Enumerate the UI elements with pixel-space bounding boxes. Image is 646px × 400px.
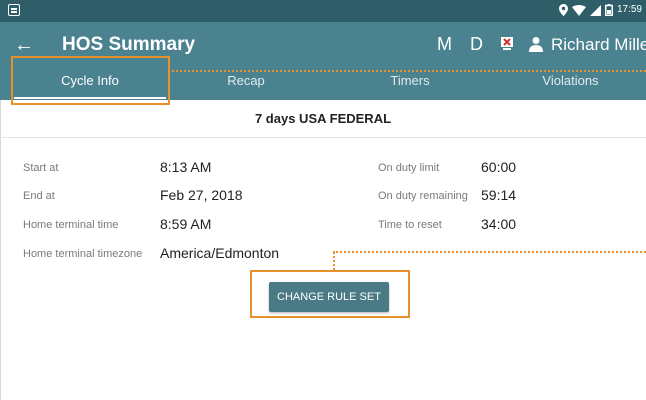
time-to-reset-value: 34:00 <box>481 216 517 232</box>
start-at-value: 8:13 AM <box>160 159 212 175</box>
violation-flag-icon[interactable] <box>500 36 514 52</box>
divider <box>0 100 1 400</box>
screenshot-icon <box>8 4 20 16</box>
callout-dotted-line <box>333 251 646 253</box>
start-at-label: Start at <box>23 162 59 174</box>
location-icon <box>558 4 568 16</box>
on-duty-remaining-value: 59:14 <box>481 187 517 203</box>
user-icon[interactable] <box>528 36 544 52</box>
on-duty-limit-label: On duty limit <box>378 162 440 174</box>
status-icons: 17:59 <box>558 4 642 16</box>
cycle-info-highlight <box>11 56 170 105</box>
home-terminal-time-value: 8:59 AM <box>160 216 212 232</box>
mode-m-button[interactable]: M <box>437 34 452 55</box>
home-terminal-time-label: Home terminal time <box>23 219 119 231</box>
on-duty-remaining-label: On duty remaining <box>378 190 468 202</box>
page-title: HOS Summary <box>62 34 196 55</box>
user-name[interactable]: Richard Miller <box>551 35 646 55</box>
end-at-label: End at <box>23 190 55 202</box>
home-terminal-timezone-label: Home terminal timezone <box>23 248 143 260</box>
end-at-value: Feb 27, 2018 <box>160 187 243 203</box>
on-duty-limit-value: 60:00 <box>481 159 517 175</box>
callout-dotted-line <box>333 252 335 270</box>
clock-time: 17:59 <box>616 4 642 15</box>
back-arrow-icon[interactable]: ← <box>14 32 40 58</box>
mode-d-button[interactable]: D <box>470 34 483 55</box>
signal-icon <box>589 4 601 16</box>
time-to-reset-label: Time to reset <box>378 219 442 231</box>
callout-dotted-line <box>172 70 646 72</box>
tab-timers[interactable]: Timers <box>330 70 490 100</box>
rule-set-header: 7 days USA FEDERAL <box>0 100 646 138</box>
change-rule-set-button[interactable]: CHANGE RULE SET <box>269 282 389 312</box>
rule-set-title: 7 days USA FEDERAL <box>254 111 392 126</box>
battery-icon <box>604 4 613 16</box>
wifi-icon <box>571 4 586 16</box>
home-terminal-timezone-value: America/Edmonton <box>160 245 280 261</box>
tab-violations[interactable]: Violations <box>495 70 646 100</box>
status-bar: 17:59 <box>0 0 646 22</box>
tab-recap[interactable]: Recap <box>170 70 322 100</box>
